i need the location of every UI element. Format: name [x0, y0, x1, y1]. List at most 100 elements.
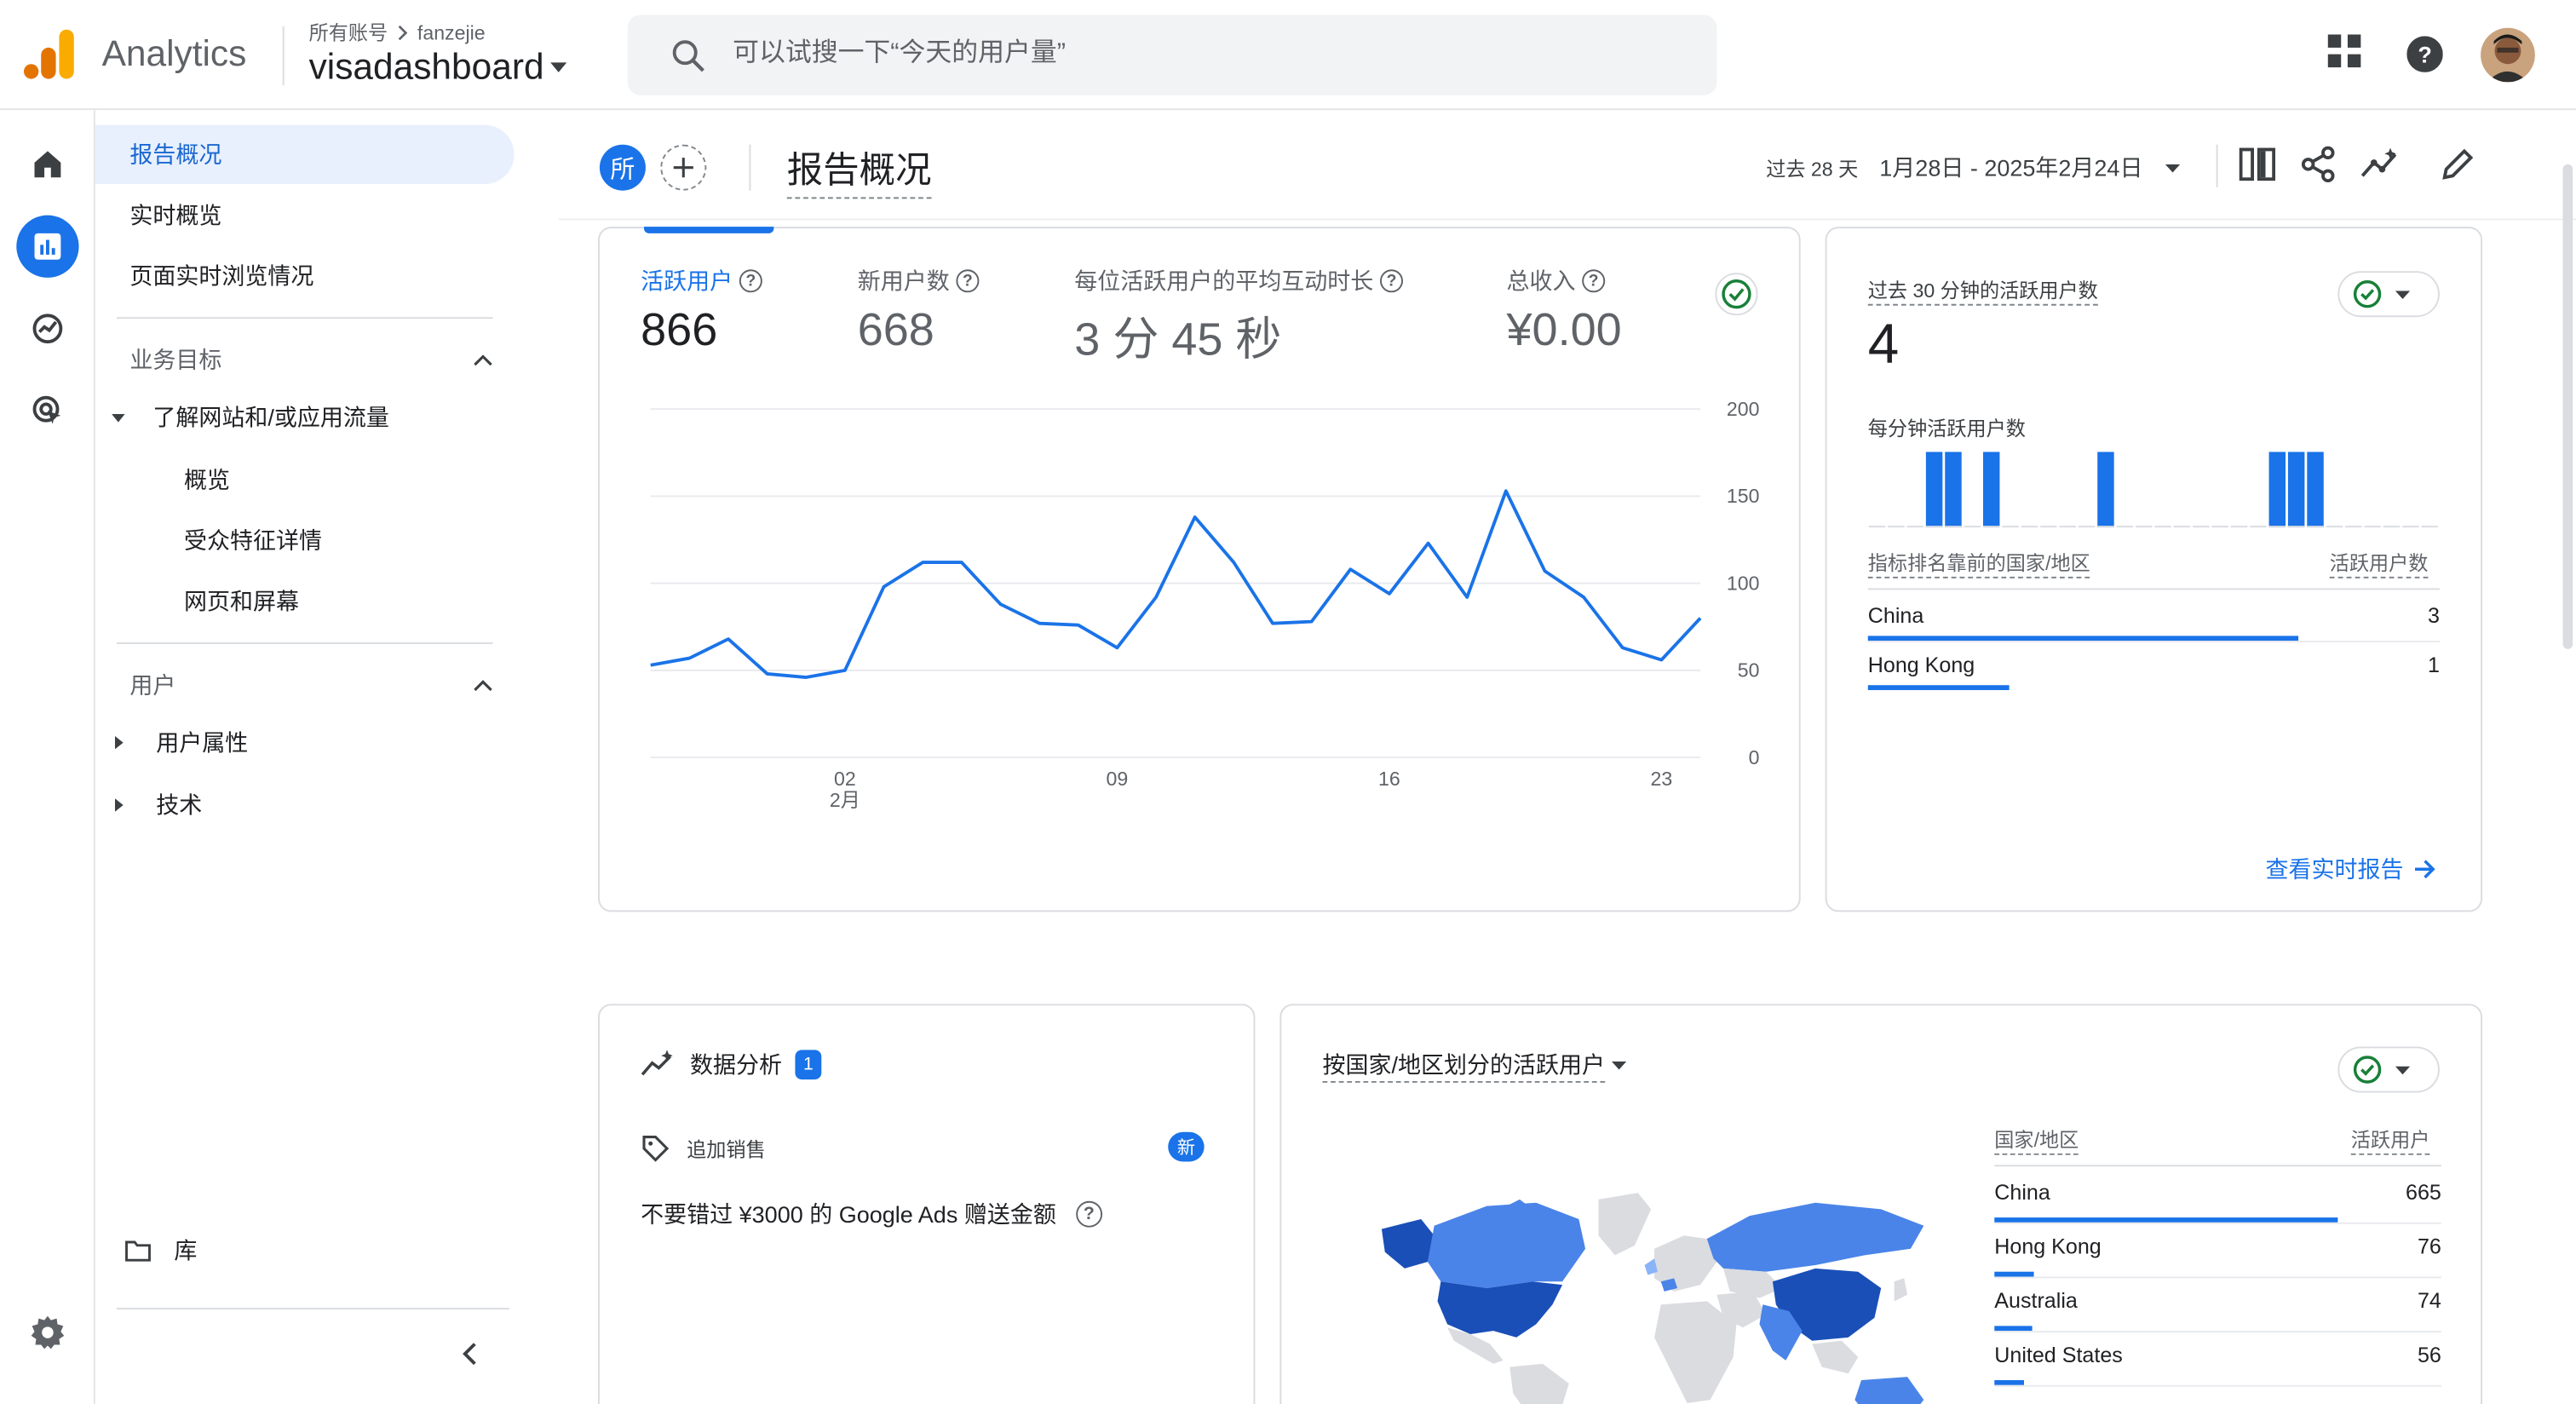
- metric-total-revenue[interactable]: 总收入? ¥0.00: [1506, 264, 1621, 356]
- help-circle-icon[interactable]: ?: [1379, 269, 1403, 293]
- data-point[interactable]: [1379, 584, 1399, 603]
- analytics-logo-icon[interactable]: [23, 26, 76, 83]
- sidebar-group-traffic[interactable]: 了解网站和/或应用流量: [112, 388, 389, 446]
- advertising-icon[interactable]: [16, 379, 78, 441]
- section-users[interactable]: 用户: [129, 669, 492, 702]
- data-point[interactable]: [1146, 587, 1165, 607]
- minute-bar[interactable]: [2268, 452, 2286, 528]
- data-point[interactable]: [1262, 613, 1282, 633]
- apps-grid-icon[interactable]: [2326, 33, 2362, 69]
- data-point[interactable]: [1690, 608, 1710, 628]
- geo-row-value: 76: [2417, 1234, 2441, 1259]
- data-point[interactable]: [952, 553, 971, 573]
- minute-bar[interactable]: [1982, 452, 2000, 528]
- insight-item[interactable]: 不要错过 ¥3000 的 Google Ads 赠送金额 ?: [641, 1198, 1102, 1231]
- sidebar-item-pages-screens[interactable]: 网页和屏幕: [184, 572, 299, 630]
- data-point[interactable]: [1068, 615, 1088, 635]
- compare-columns-icon[interactable]: [2239, 147, 2276, 182]
- help-icon[interactable]: ?: [2406, 36, 2443, 72]
- data-point[interactable]: [796, 667, 816, 687]
- check-circle-icon[interactable]: [1715, 273, 1758, 316]
- map-region-canada[interactable]: [1427, 1202, 1586, 1288]
- data-point[interactable]: [835, 660, 854, 680]
- data-point[interactable]: [718, 629, 738, 648]
- insights-sparkle-icon[interactable]: [2359, 147, 2401, 182]
- minute-baseline: [2421, 526, 2438, 528]
- data-point[interactable]: [641, 655, 660, 675]
- sidebar-item-library[interactable]: 库: [125, 1221, 197, 1280]
- metric-active-users[interactable]: 活跃用户? 866: [641, 264, 762, 356]
- map-region-se-asia[interactable]: [1812, 1340, 1859, 1374]
- search-input[interactable]: [733, 34, 1653, 74]
- map-region-south-america[interactable]: [1509, 1363, 1569, 1404]
- add-comparison-button[interactable]: [660, 144, 707, 191]
- date-range-picker[interactable]: 1月28日 - 2025年2月24日: [1879, 151, 2181, 184]
- minute-bar[interactable]: [1925, 452, 1943, 528]
- reports-icon[interactable]: [16, 215, 79, 278]
- sidebar-item-summary[interactable]: 概览: [184, 450, 230, 509]
- map-region-russia[interactable]: [1706, 1202, 1924, 1272]
- sidebar-item-realtime[interactable]: 实时概览: [95, 186, 221, 245]
- help-circle-icon[interactable]: ?: [1582, 269, 1606, 293]
- sidebar-item-overview[interactable]: 报告概况: [95, 124, 515, 184]
- minute-bar[interactable]: [1945, 452, 1962, 528]
- data-point[interactable]: [1224, 553, 1244, 573]
- home-icon[interactable]: [16, 133, 78, 195]
- minute-bar[interactable]: [2097, 452, 2114, 528]
- data-point[interactable]: [874, 577, 894, 596]
- data-point[interactable]: [1341, 560, 1360, 579]
- page-title: 报告概况: [786, 141, 932, 199]
- data-point[interactable]: [1535, 561, 1555, 581]
- edit-pencil-icon[interactable]: [2440, 147, 2475, 182]
- data-point[interactable]: [1107, 638, 1127, 658]
- data-point[interactable]: [991, 595, 1010, 614]
- map-region-japan[interactable]: [1894, 1278, 1908, 1302]
- sidebar-item-user-attributes[interactable]: 用户属性: [114, 713, 248, 772]
- comparison-chip[interactable]: 所: [599, 144, 646, 191]
- data-point[interactable]: [1030, 613, 1049, 633]
- data-point[interactable]: [1652, 650, 1671, 670]
- settings-gear-icon[interactable]: [16, 1301, 78, 1363]
- help-circle-icon[interactable]: ?: [739, 269, 762, 293]
- realtime-options-button[interactable]: [2337, 271, 2440, 318]
- page-scrollbar[interactable]: [2562, 164, 2573, 649]
- map-region-usa[interactable]: [1437, 1281, 1563, 1338]
- view-realtime-link[interactable]: 查看实时报告: [2265, 853, 2436, 886]
- data-point[interactable]: [1496, 481, 1515, 501]
- data-point[interactable]: [1613, 638, 1632, 658]
- share-icon[interactable]: [2301, 146, 2335, 183]
- explore-icon[interactable]: [16, 297, 78, 360]
- map-region-greenland[interactable]: [1598, 1193, 1652, 1256]
- metric-new-users[interactable]: 新用户数? 668: [858, 264, 980, 356]
- data-point[interactable]: [1458, 587, 1477, 607]
- search-bar[interactable]: [627, 14, 1717, 95]
- map-region-alaska[interactable]: [1381, 1218, 1435, 1269]
- minute-bar[interactable]: [2307, 452, 2324, 528]
- help-circle-icon[interactable]: ?: [1075, 1200, 1102, 1228]
- map-region-australia[interactable]: [1854, 1377, 1924, 1404]
- data-point[interactable]: [913, 553, 933, 573]
- data-point[interactable]: [1574, 587, 1594, 607]
- realtime-title: 过去 30 分钟的活跃用户数: [1867, 276, 2098, 306]
- link-label: 查看实时报告: [2265, 855, 2404, 883]
- sidebar-item-realtime-pages[interactable]: 页面实时浏览情况: [95, 246, 313, 305]
- data-point[interactable]: [757, 664, 777, 683]
- avatar[interactable]: [2481, 27, 2535, 83]
- geo-dimension-selector[interactable]: 按国家/地区划分的活跃用户: [1322, 1048, 1627, 1083]
- section-business-objectives[interactable]: 业务目标: [129, 343, 492, 377]
- data-point[interactable]: [680, 648, 699, 668]
- sidebar-item-tech[interactable]: 技术: [114, 775, 202, 834]
- property-selector[interactable]: visadashboard: [309, 46, 567, 89]
- minute-bar[interactable]: [2287, 452, 2305, 528]
- geo-options-button[interactable]: [2337, 1046, 2440, 1093]
- help-circle-icon[interactable]: ?: [956, 269, 980, 293]
- series-line-active-users[interactable]: [650, 489, 1702, 679]
- data-point[interactable]: [1185, 507, 1205, 526]
- sidebar-item-demographics[interactable]: 受众特征详情: [184, 511, 322, 570]
- section-label: 业务目标: [129, 346, 222, 373]
- data-point[interactable]: [1418, 533, 1438, 553]
- metric-avg-engagement[interactable]: 每位活跃用户的平均互动时长? 3 分 45 秒: [1074, 264, 1403, 369]
- collapse-sidebar-icon[interactable]: [460, 1341, 480, 1367]
- account-breadcrumb[interactable]: 所有账号 fanzejie: [309, 18, 486, 46]
- data-point[interactable]: [1302, 612, 1321, 631]
